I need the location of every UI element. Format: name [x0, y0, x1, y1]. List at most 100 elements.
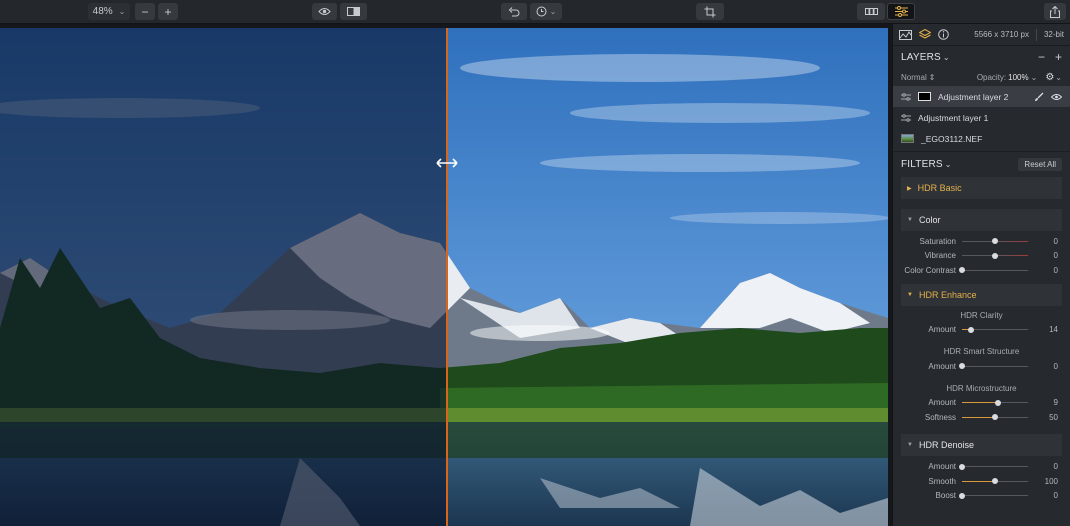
opacity-label: Opacity: — [976, 72, 1007, 82]
gear-icon[interactable]: ⚙ — [1045, 72, 1054, 83]
histogram-icon[interactable] — [899, 29, 912, 40]
layer-item-adjustment-2[interactable]: Adjustment layer 2 — [893, 86, 1070, 107]
reset-all-button[interactable]: Reset All — [1018, 158, 1062, 171]
filter-color[interactable]: ▼ Color — [901, 209, 1062, 231]
gap — [893, 199, 1070, 209]
history-button[interactable]: ⌄ — [530, 3, 562, 20]
slider-value[interactable]: 0 — [1028, 462, 1058, 471]
layer-label: _EGO3112.NEF — [921, 133, 983, 144]
slider-knob[interactable] — [992, 478, 998, 485]
brush-icon[interactable] — [1034, 92, 1044, 102]
slider-value[interactable]: 9 — [1028, 398, 1058, 407]
microstructure-softness-slider[interactable]: Softness 50 — [893, 410, 1070, 425]
zoom-value: 48% — [92, 6, 113, 17]
microstructure-amount-slider[interactable]: Amount 9 — [893, 396, 1070, 411]
gap — [893, 374, 1070, 381]
zoom-in-icon: + — [164, 4, 172, 19]
eye-icon[interactable] — [1051, 93, 1062, 101]
color-contrast-slider[interactable]: Color Contrast 0 — [893, 263, 1070, 278]
slider-knob[interactable] — [992, 414, 998, 421]
slider-track[interactable] — [962, 414, 1028, 421]
slider-knob[interactable] — [968, 326, 975, 333]
slider-track[interactable] — [962, 478, 1028, 485]
zoom-out-icon: − — [141, 4, 149, 19]
split-view-icon — [347, 7, 360, 16]
slider-knob[interactable] — [992, 252, 998, 259]
slider-value[interactable]: 50 — [1028, 413, 1058, 422]
filter-hdr-denoise[interactable]: ▼ HDR Denoise — [901, 433, 1062, 456]
image-canvas[interactable] — [0, 28, 888, 526]
eye-icon — [318, 8, 331, 15]
chevron-down-icon[interactable]: ⌄ — [945, 160, 952, 169]
denoise-smooth-slider[interactable]: Smooth 100 — [893, 474, 1070, 489]
slider-track[interactable] — [959, 267, 1028, 274]
remove-layer-button[interactable]: − — [1038, 50, 1045, 64]
adjustment-layer-icon — [901, 92, 911, 101]
slider-knob[interactable] — [959, 363, 965, 370]
undo-button[interactable] — [501, 3, 527, 20]
slider-value[interactable]: 0 — [1028, 251, 1058, 260]
opacity-value[interactable]: 100% — [1008, 73, 1028, 82]
slider-knob[interactable] — [959, 267, 965, 274]
zoom-in-button[interactable]: + — [158, 3, 178, 20]
filter-hdr-basic[interactable]: ▶ HDR Basic — [901, 177, 1062, 199]
crop-button[interactable] — [696, 3, 724, 20]
adjustments-panel-button[interactable] — [887, 3, 915, 20]
blend-mode-select[interactable]: Normal — [901, 73, 927, 82]
chevron-down-icon[interactable]: ⌄ — [1055, 73, 1062, 82]
bit-depth: 32-bit — [1043, 30, 1064, 39]
slider-value[interactable]: 0 — [1028, 491, 1058, 500]
compare-view-button[interactable] — [340, 3, 367, 20]
slider-track[interactable] — [962, 399, 1028, 406]
info-icon[interactable] — [938, 29, 949, 40]
chevron-down-icon[interactable]: ⌄ — [943, 53, 950, 62]
layer-item-base-image[interactable]: _EGO3112.NEF — [893, 128, 1070, 149]
slider-value[interactable]: 0 — [1028, 266, 1058, 275]
slider-fill — [962, 480, 995, 482]
slider-knob[interactable] — [959, 463, 965, 470]
filter-title: HDR Denoise — [918, 439, 974, 450]
slider-knob[interactable] — [992, 238, 998, 245]
slider-knob[interactable] — [994, 399, 1001, 406]
layer-item-adjustment-1[interactable]: Adjustment layer 1 — [893, 107, 1070, 128]
smart-structure-amount-slider[interactable]: Amount 0 — [893, 359, 1070, 374]
triangle-down-icon: ▼ — [907, 441, 913, 448]
slider-value[interactable]: 0 — [1028, 362, 1058, 371]
slider-track[interactable] — [959, 492, 1028, 499]
slider-knob[interactable] — [959, 492, 965, 499]
share-button[interactable] — [1044, 3, 1066, 20]
layers-header: LAYERS ⌄ − + — [893, 46, 1070, 68]
zoom-out-button[interactable]: − — [135, 3, 155, 20]
split-handle-icon[interactable] — [436, 156, 458, 170]
slider-label: Saturation — [919, 236, 956, 246]
chevron-down-icon[interactable]: ⌄ — [1031, 73, 1038, 82]
filter-hdr-enhance[interactable]: ▼ HDR Enhance — [901, 283, 1062, 306]
preview-toggle-button[interactable] — [312, 3, 337, 20]
slider-value[interactable]: 0 — [1028, 237, 1058, 246]
slider-track[interactable] — [959, 463, 1028, 470]
slider-value[interactable]: 14 — [1028, 325, 1058, 334]
slider-track[interactable] — [959, 363, 1028, 370]
filters-title[interactable]: FILTERS — [901, 159, 943, 170]
undo-icon — [508, 6, 520, 16]
add-layer-button[interactable]: + — [1055, 50, 1062, 64]
denoise-boost-slider[interactable]: Boost 0 — [893, 489, 1070, 504]
hdr-smart-structure-title: HDR Smart Structure — [943, 347, 1020, 356]
slider-track[interactable] — [962, 326, 1028, 333]
hdr-clarity-title: HDR Clarity — [960, 310, 1003, 320]
layers-title[interactable]: LAYERS — [901, 52, 941, 63]
layer-options: Normal ⇕ Opacity: 100% ⌄ ⚙ ⌄ — [893, 68, 1070, 86]
layers-icon[interactable] — [919, 29, 931, 40]
slider-track[interactable] — [962, 252, 1028, 259]
zoom-select[interactable]: 48% ⌄ — [88, 3, 130, 20]
clarity-amount-slider[interactable]: Amount 14 — [893, 323, 1070, 338]
filmstrip-button[interactable] — [857, 3, 885, 20]
triangle-right-icon: ▶ — [907, 185, 912, 192]
slider-track[interactable] — [962, 238, 1028, 245]
slider-value[interactable]: 100 — [1028, 477, 1058, 486]
denoise-amount-slider[interactable]: Amount 0 — [893, 460, 1070, 475]
saturation-slider[interactable]: Saturation 0 — [893, 234, 1070, 249]
slider-label: Amount — [928, 325, 956, 335]
compare-split-line[interactable] — [446, 28, 448, 526]
vibrance-slider[interactable]: Vibrance 0 — [893, 249, 1070, 264]
